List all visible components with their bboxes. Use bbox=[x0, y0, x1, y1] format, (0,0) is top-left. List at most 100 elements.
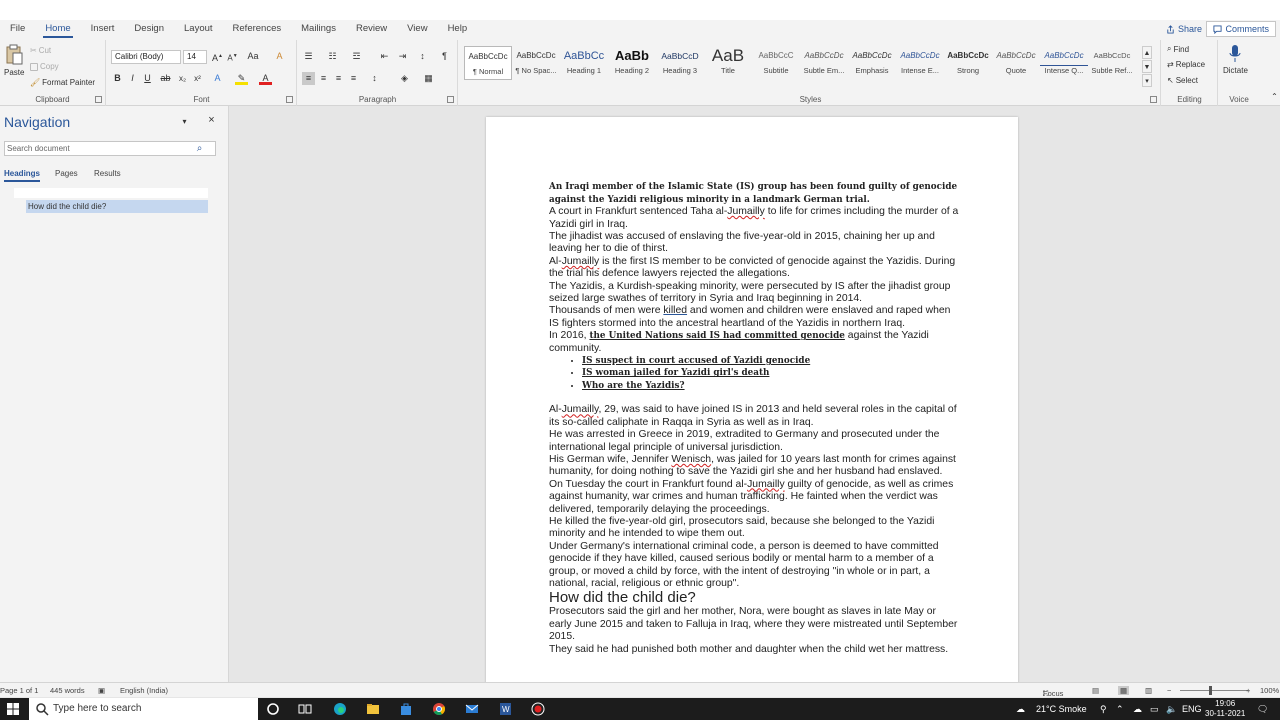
underline-icon[interactable]: U bbox=[141, 72, 154, 85]
document-link[interactable]: the United Nations said IS had committed… bbox=[589, 331, 844, 341]
nav-heading-item[interactable]: How did the child die? bbox=[26, 200, 208, 213]
shading-icon[interactable]: ◈ bbox=[398, 72, 411, 85]
format-painter-button[interactable]: 🖌 Format Painter bbox=[30, 78, 95, 87]
misspelled-word[interactable]: Jumailly bbox=[747, 479, 785, 490]
style-heading-2[interactable]: AaBb Heading 2 bbox=[608, 46, 656, 80]
style-subtle-emphasis[interactable]: AaBbCcDc Subtle Em... bbox=[800, 46, 848, 80]
zoom-slider[interactable] bbox=[1180, 690, 1248, 691]
chrome-icon[interactable] bbox=[432, 702, 446, 716]
sort-icon[interactable]: ↕ bbox=[416, 50, 429, 63]
style-heading-1[interactable]: AaBbCc Heading 1 bbox=[560, 46, 608, 80]
style-quote[interactable]: AaBbCcDc Quote bbox=[992, 46, 1040, 80]
show-hidden-icons[interactable]: ⌃ bbox=[1116, 698, 1124, 720]
grow-font-icon[interactable]: A▲ bbox=[211, 50, 224, 63]
misspelled-word[interactable]: Jumailly bbox=[562, 256, 600, 267]
zoom-in-icon[interactable]: + bbox=[1246, 686, 1250, 695]
italic-icon[interactable]: I bbox=[126, 72, 139, 85]
style-subtle-reference[interactable]: AaBbCcDc Subtle Ref... bbox=[1088, 46, 1136, 80]
nav-heading-empty[interactable] bbox=[14, 188, 208, 198]
zoom-out-icon[interactable]: − bbox=[1167, 686, 1171, 695]
tab-mailings[interactable]: Mailings bbox=[291, 20, 346, 38]
multilevel-list-icon[interactable]: ☲ bbox=[350, 50, 363, 63]
find-button[interactable]: ⌕ Find bbox=[1167, 44, 1189, 54]
tab-pages[interactable]: Pages bbox=[55, 169, 78, 178]
cortana-icon[interactable] bbox=[266, 702, 280, 716]
tab-review[interactable]: Review bbox=[346, 20, 397, 38]
decrease-indent-icon[interactable]: ⇤ bbox=[378, 50, 391, 63]
style-no-spacing[interactable]: AaBbCcDc ¶ No Spac... bbox=[512, 46, 560, 80]
file-explorer-icon[interactable] bbox=[366, 702, 380, 716]
people-icon[interactable]: ⚲ bbox=[1100, 698, 1107, 720]
tab-layout[interactable]: Layout bbox=[174, 20, 223, 38]
style-subtitle[interactable]: AaBbCcC Subtitle bbox=[752, 46, 800, 80]
style-emphasis[interactable]: AaBbCcDc Emphasis bbox=[848, 46, 896, 80]
comments-button[interactable]: Comments bbox=[1206, 21, 1276, 37]
copy-button[interactable]: Copy bbox=[30, 62, 59, 71]
styles-scroll-up-icon[interactable]: ▲ bbox=[1142, 46, 1152, 59]
tab-results[interactable]: Results bbox=[94, 169, 121, 178]
replace-button[interactable]: ⇄ Replace bbox=[1167, 60, 1205, 69]
share-button[interactable]: Share bbox=[1160, 21, 1208, 37]
tab-insert[interactable]: Insert bbox=[81, 20, 125, 38]
paste-button[interactable]: Paste bbox=[4, 44, 24, 77]
strikethrough-icon[interactable]: ab bbox=[159, 72, 172, 85]
paragraph-launcher-icon[interactable] bbox=[447, 96, 454, 103]
clock[interactable]: 19:06 30-11-2021 bbox=[1205, 698, 1245, 720]
align-left-icon[interactable]: ≡ bbox=[302, 72, 315, 85]
dictate-button[interactable]: Dictate bbox=[1223, 44, 1248, 75]
related-link[interactable]: Who are the Yazidis? bbox=[582, 380, 959, 392]
styles-launcher-icon[interactable] bbox=[1150, 96, 1157, 103]
clear-formatting-icon[interactable]: A bbox=[273, 50, 286, 63]
style-strong[interactable]: AaBbCcDc Strong bbox=[944, 46, 992, 80]
align-right-icon[interactable]: ≡ bbox=[332, 72, 345, 85]
line-spacing-icon[interactable]: ↕ bbox=[368, 72, 381, 85]
proofing-icon[interactable]: ▣ bbox=[98, 686, 105, 695]
flagged-word[interactable]: killed bbox=[663, 305, 687, 316]
clipboard-launcher-icon[interactable] bbox=[95, 96, 102, 103]
font-color-icon[interactable]: A bbox=[259, 72, 272, 85]
windows-start-icon[interactable] bbox=[6, 702, 20, 716]
styles-more-icon[interactable]: ▾ bbox=[1142, 74, 1152, 87]
pane-options-icon[interactable]: ▾ bbox=[178, 115, 191, 128]
tab-home[interactable]: Home bbox=[35, 20, 80, 38]
document-page[interactable]: An Iraqi member of the Islamic State (IS… bbox=[486, 117, 1018, 682]
web-layout-icon[interactable]: ▥ bbox=[1145, 686, 1152, 695]
search-document-input[interactable]: Search document bbox=[4, 141, 216, 156]
weather-label[interactable]: 21°C Smoke bbox=[1036, 698, 1087, 720]
style-normal[interactable]: AaBbCcDc ¶ Normal bbox=[464, 46, 512, 80]
text-effects-icon[interactable]: A bbox=[211, 72, 224, 85]
tab-file[interactable]: File bbox=[0, 20, 35, 38]
misspelled-word[interactable]: Wenisch bbox=[671, 454, 711, 465]
edge-icon[interactable] bbox=[333, 702, 347, 716]
subscript-icon[interactable]: x₂ bbox=[176, 72, 189, 85]
change-case-button[interactable]: Aa bbox=[244, 50, 262, 63]
style-heading-3[interactable]: AaBbCcD Heading 3 bbox=[656, 46, 704, 80]
tab-references[interactable]: References bbox=[223, 20, 292, 38]
task-view-icon[interactable] bbox=[298, 702, 312, 716]
font-size-select[interactable]: 14 bbox=[183, 50, 207, 64]
weather-icon[interactable]: ☁ bbox=[1016, 698, 1025, 720]
align-center-icon[interactable]: ≡ bbox=[317, 72, 330, 85]
bold-icon[interactable]: B bbox=[111, 72, 124, 85]
cut-button[interactable]: ✂ Cut bbox=[30, 46, 51, 55]
pilcrow-icon[interactable]: ¶ bbox=[438, 50, 451, 63]
bullets-icon[interactable]: ☰ bbox=[302, 50, 315, 63]
font-family-select[interactable]: Calibri (Body) bbox=[111, 50, 181, 64]
borders-icon[interactable]: ▦ bbox=[422, 72, 435, 85]
select-button[interactable]: ↖ Select bbox=[1167, 76, 1198, 85]
close-icon[interactable]: × bbox=[205, 114, 218, 127]
taskbar-search-input[interactable]: Type here to search bbox=[29, 698, 258, 720]
print-layout-icon[interactable]: ▦ bbox=[1118, 686, 1130, 695]
language-indicator[interactable]: English (India) bbox=[120, 686, 168, 695]
tab-design[interactable]: Design bbox=[124, 20, 174, 38]
zoom-slider-thumb[interactable] bbox=[1209, 686, 1212, 695]
zoom-level[interactable]: 100% bbox=[1260, 686, 1279, 695]
document-body[interactable]: An Iraqi member of the Islamic State (IS… bbox=[549, 181, 959, 656]
search-icon[interactable]: ⌕ bbox=[193, 142, 206, 155]
numbering-icon[interactable]: ☷ bbox=[326, 50, 339, 63]
superscript-icon[interactable]: x² bbox=[191, 72, 204, 85]
record-app-icon[interactable] bbox=[531, 702, 545, 716]
read-mode-icon[interactable]: ▤ bbox=[1092, 686, 1099, 695]
language-indicator[interactable]: ENG bbox=[1182, 698, 1202, 720]
font-launcher-icon[interactable] bbox=[286, 96, 293, 103]
